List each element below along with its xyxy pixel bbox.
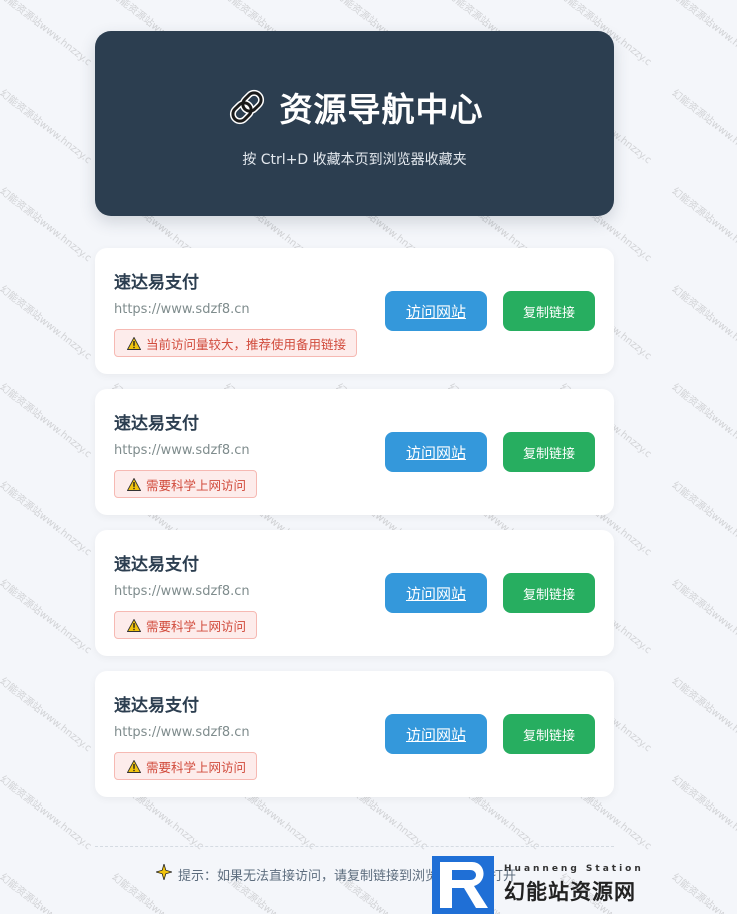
warning-text: 当前访问量较大，推荐使用备用链接 [146, 336, 347, 352]
resource-name: 速达易支付 [114, 273, 199, 293]
watermark-text: 幻能资源站www.hnzzy.c [0, 381, 94, 461]
watermark-text: 幻能资源站www.hnzzy.c [669, 87, 737, 167]
warning-text: 需要科学上网访问 [146, 618, 247, 634]
link-icon [226, 86, 268, 128]
watermark-text: 幻能资源站www.hnzzy.c [0, 0, 94, 69]
resource-card: 速达易支付 https://www.sdzf8.cn 需要科学上网访问 访问网站… [95, 530, 614, 656]
resource-list: 速达易支付 https://www.sdzf8.cn 当前访问量较大，推荐使用备… [95, 248, 614, 797]
warning-icon [126, 336, 142, 350]
resource-name: 速达易支付 [114, 696, 199, 716]
watermark-text: 幻能资源站www.hnzzy.c [669, 0, 737, 69]
warning-badge: 需要科学上网访问 [114, 752, 258, 780]
logo-chinese-text: 幻能站资源网 [504, 880, 636, 904]
warning-icon [126, 759, 142, 773]
watermark-text: 幻能资源站www.hnzzy.c [0, 871, 94, 914]
watermark-text: 幻能资源站www.hnzzy.c [669, 283, 737, 363]
copy-link-button[interactable]: 复制链接 [503, 573, 595, 613]
page-subtitle: 按 Ctrl+D 收藏本页到浏览器收藏夹 [242, 151, 467, 168]
watermark-text: 幻能资源站www.hnzzy.c [0, 577, 94, 657]
warning-badge: 当前访问量较大，推荐使用备用链接 [114, 329, 358, 357]
watermark-text: 幻能资源站www.hnzzy.c [669, 185, 737, 265]
header-banner: 资源导航中心 按 Ctrl+D 收藏本页到浏览器收藏夹 [95, 31, 614, 216]
watermark-text: 幻能资源站www.hnzzy.c [0, 675, 94, 755]
main-container: 资源导航中心 按 Ctrl+D 收藏本页到浏览器收藏夹 速达易支付 https:… [95, 31, 614, 812]
watermark-text: 幻能资源站www.hnzzy.c [0, 87, 94, 167]
resource-card: 速达易支付 https://www.sdzf8.cn 需要科学上网访问 访问网站… [95, 389, 614, 515]
header-title-row: 资源导航中心 [226, 83, 484, 131]
copy-link-button[interactable]: 复制链接 [503, 714, 595, 754]
copy-link-button[interactable]: 复制链接 [503, 291, 595, 331]
visit-website-button[interactable]: 访问网站 [385, 573, 487, 613]
sparkle-icon [154, 862, 174, 884]
warning-badge: 需要科学上网访问 [114, 470, 258, 498]
visit-website-button[interactable]: 访问网站 [385, 714, 487, 754]
resource-card: 速达易支付 https://www.sdzf8.cn 需要科学上网访问 访问网站… [95, 671, 614, 797]
visit-website-button[interactable]: 访问网站 [385, 432, 487, 472]
watermark-text: 幻能资源站www.hnzzy.c [0, 185, 94, 265]
watermark-text: 幻能资源站www.hnzzy.c [0, 283, 94, 363]
watermark-text: 幻能资源站www.hnzzy.c [669, 871, 737, 914]
site-logo: Huanneng Station 幻能站资源网 [432, 856, 672, 914]
warning-icon [126, 477, 142, 491]
watermark-text: 幻能资源站www.hnzzy.c [669, 479, 737, 559]
warning-icon [126, 618, 142, 632]
resource-card: 速达易支付 https://www.sdzf8.cn 当前访问量较大，推荐使用备… [95, 248, 614, 374]
watermark-text: 幻能资源站www.hnzzy.c [669, 675, 737, 755]
warning-text: 需要科学上网访问 [146, 477, 247, 493]
visit-website-button[interactable]: 访问网站 [385, 291, 487, 331]
footer-divider [95, 846, 614, 847]
warning-badge: 需要科学上网访问 [114, 611, 258, 639]
resource-name: 速达易支付 [114, 555, 199, 575]
watermark-text: 幻能资源站www.hnzzy.c [669, 577, 737, 657]
copy-link-button[interactable]: 复制链接 [503, 432, 595, 472]
logo-mark-icon [432, 856, 494, 914]
warning-text: 需要科学上网访问 [146, 759, 247, 775]
page-title: 资源导航中心 [279, 89, 484, 129]
logo-english-text: Huanneng Station [504, 864, 644, 874]
watermark-text: 幻能资源站www.hnzzy.c [669, 381, 737, 461]
resource-name: 速达易支付 [114, 414, 199, 434]
watermark-text: 幻能资源站www.hnzzy.c [669, 773, 737, 853]
watermark-text: 幻能资源站www.hnzzy.c [0, 479, 94, 559]
watermark-text: 幻能资源站www.hnzzy.c [0, 773, 94, 853]
